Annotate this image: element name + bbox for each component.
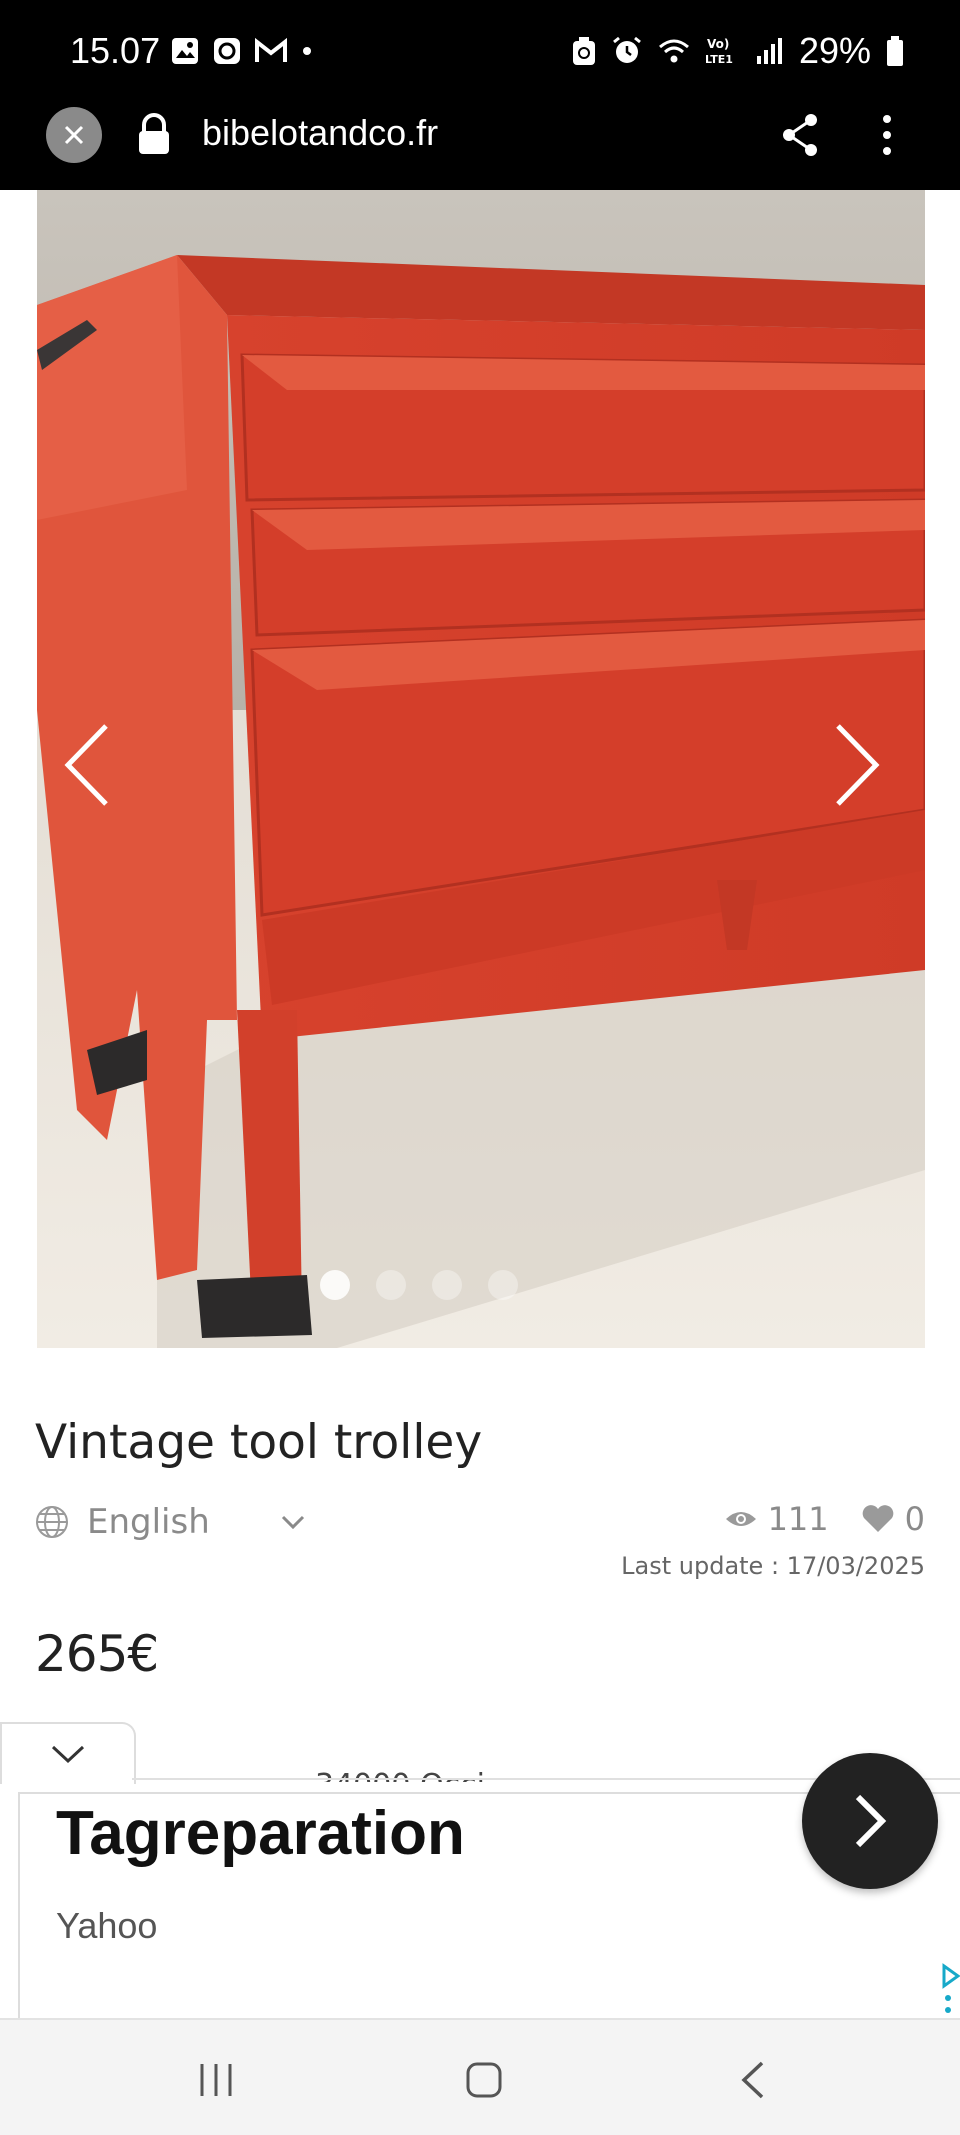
ad-title[interactable]: Tagreparation [56,1798,465,1869]
previous-image-arrow-icon[interactable] [58,720,118,810]
gallery-dot[interactable] [320,1270,350,1300]
next-image-arrow-icon[interactable] [826,720,886,810]
lock-icon [139,113,169,154]
signal-icon [756,38,782,64]
close-tab-button[interactable] [46,107,102,163]
product-photo [37,190,925,1348]
image-icon [172,38,198,64]
battery-percent: 29% [798,30,871,71]
alarm-icon [613,36,641,63]
ad-open-button[interactable] [802,1753,938,1889]
svg-text:Vo): Vo) [707,37,729,51]
chevron-right-icon [855,1794,887,1848]
recent-apps-icon[interactable] [196,2062,236,2098]
views-count: 111 [767,1500,829,1538]
recycle-icon [572,37,595,65]
gmail-icon [255,37,287,62]
product-price: 265€ [35,1625,159,1683]
more-options-icon[interactable] [872,112,902,158]
volte-icon: Vo) LTE1 [705,37,733,66]
globe-icon [36,1506,68,1538]
collapse-ad-button[interactable] [0,1722,136,1784]
product-image-gallery[interactable] [37,190,925,1348]
chevron-down-icon [51,1745,85,1764]
svg-text:LTE1: LTE1 [705,53,733,66]
clock-app-icon [214,38,240,64]
language-selector[interactable]: English [35,1502,306,1542]
product-title: Vintage tool trolley [35,1415,483,1470]
home-icon[interactable] [464,2060,504,2100]
status-notification-icons [170,36,314,66]
gallery-dot[interactable] [376,1270,406,1300]
adchoices-icon[interactable] [940,1962,960,2018]
share-icon[interactable] [780,112,820,158]
gallery-dot[interactable] [488,1270,518,1300]
likes-count: 0 [904,1500,925,1538]
wifi-icon [658,39,689,63]
ad-source: Yahoo [56,1905,158,1946]
status-system-icons: Vo) LTE1 29% [571,30,905,72]
status-bar: 15.07 Vo) LTE1 29% [0,0,960,105]
status-time: 15.07 [70,30,161,71]
product-stats: 111 0 [724,1500,925,1538]
close-icon [64,125,84,145]
url-text[interactable]: bibelotandco.fr [202,112,438,154]
chevron-down-icon [281,1515,304,1530]
gallery-dot[interactable] [432,1270,462,1300]
eye-icon [725,1512,756,1526]
last-update-text: Last update : 17/03/2025 [621,1552,925,1580]
language-label: English [87,1502,210,1542]
heart-icon[interactable] [861,1504,895,1534]
gallery-pagination-dots [320,1270,518,1300]
battery-icon [887,36,903,66]
dot-icon [303,47,311,55]
back-icon[interactable] [738,2060,768,2100]
